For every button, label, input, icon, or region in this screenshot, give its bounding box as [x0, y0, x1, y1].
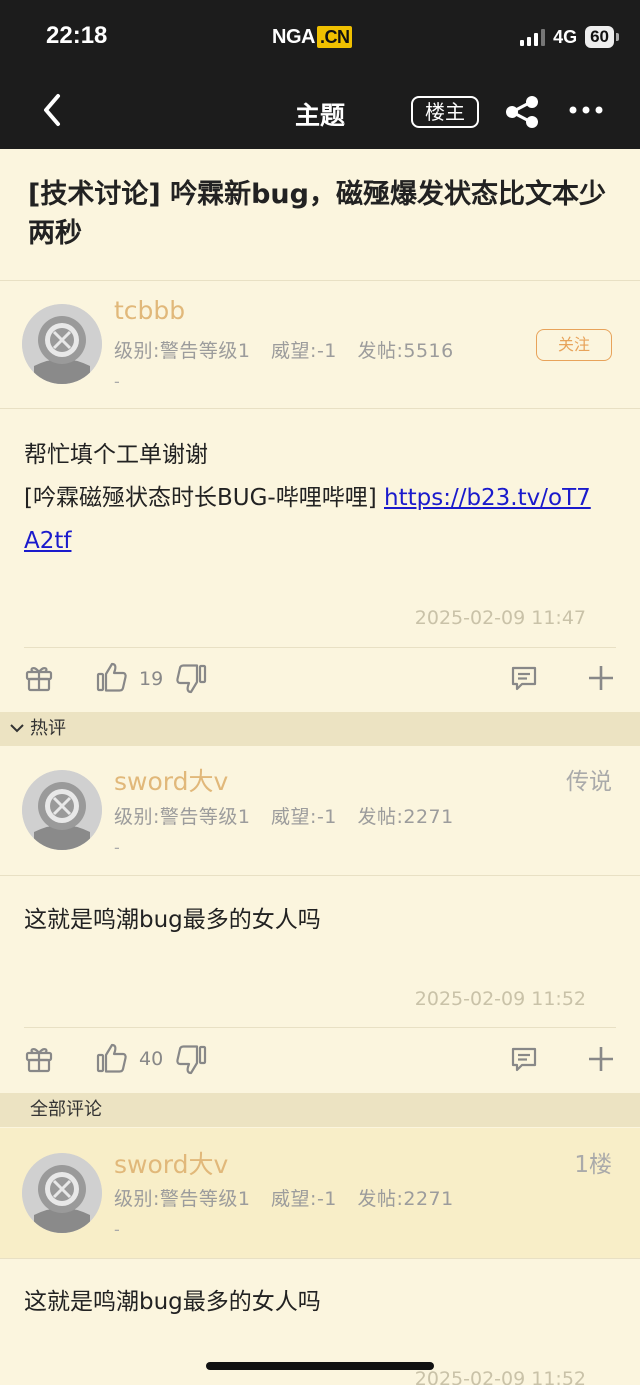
divider [0, 280, 640, 281]
hot-comments-header[interactable]: 热评 [0, 712, 640, 746]
like-icon[interactable] [96, 662, 128, 692]
avatar[interactable] [22, 1153, 102, 1233]
reply-timestamp: 2025-02-09 11:52 [414, 988, 586, 1010]
post-timestamp: 2025-02-09 11:47 [414, 607, 586, 629]
author-name[interactable]: sword大v [114, 1145, 228, 1181]
chevron-down-icon [10, 724, 24, 733]
home-indicator[interactable] [206, 1362, 434, 1370]
reply-comment-icon[interactable] [510, 664, 538, 692]
all-comments-label: 全部评论 [30, 1099, 102, 1120]
author-name[interactable]: tcbbb [114, 296, 185, 325]
author-name[interactable]: sword大v [114, 762, 228, 798]
author-prestige: 威望:-1 [271, 1188, 337, 1210]
gift-icon[interactable] [24, 1043, 54, 1073]
avatar[interactable] [22, 770, 102, 850]
author-prestige: 威望:-1 [271, 340, 337, 362]
author-signature: - [114, 1220, 120, 1239]
reply-body: 这就是鸣潮bug最多的女人吗 [24, 907, 321, 933]
louzhu-filter-button[interactable]: 楼主 [411, 96, 479, 128]
hot-reply-tag: 传说 [566, 769, 612, 795]
status-indicators: 4G 60 [520, 26, 619, 48]
divider [24, 647, 616, 648]
author-meta: 级别:警告等级1 威望:-1 发帖:2271 [114, 802, 468, 829]
page-title: 主题 [294, 101, 345, 130]
author-post-count: 发帖:2271 [357, 1188, 454, 1210]
author-prestige: 威望:-1 [271, 806, 337, 828]
post-body-line: [吟霖磁殛状态时长BUG-哔哩哔哩] https://b23.tv/oT7 [24, 477, 618, 520]
like-count: 40 [139, 1048, 164, 1070]
author-meta: 级别:警告等级1 威望:-1 发帖:2271 [114, 1184, 468, 1211]
post-body-line: A2tf [24, 520, 618, 563]
divider [0, 875, 640, 876]
post-body: 帮忙填个工单谢谢 [吟霖磁殛状态时长BUG-哔哩哔哩] https://b23.… [24, 434, 618, 563]
top-bar: 22:18 NGA .CN 4G 60 主题 楼主 [0, 0, 640, 149]
author-level: 级别:警告等级1 [114, 806, 251, 828]
author-level: 级别:警告等级1 [114, 1188, 251, 1210]
author-signature: - [114, 838, 120, 857]
post-title: [技术讨论] 吟霖新bug，磁殛爆发状态比文本少两秒 [28, 179, 606, 249]
reply-body: 这就是鸣潮bug最多的女人吗 [24, 1289, 321, 1315]
floor-number: 1楼 [574, 1152, 612, 1178]
divider [0, 408, 640, 409]
gift-icon[interactable] [24, 662, 54, 692]
author-level: 级别:警告等级1 [114, 340, 251, 362]
author-meta: 级别:警告等级1 威望:-1 发帖:5516 [114, 336, 468, 363]
share-icon[interactable] [504, 95, 540, 129]
nga-logo: NGA .CN [272, 25, 353, 49]
like-icon[interactable] [96, 1043, 128, 1073]
add-icon[interactable] [587, 1045, 615, 1073]
back-arrow-icon[interactable] [36, 90, 72, 130]
signal-icon [520, 28, 546, 46]
bilibili-link-continued[interactable]: A2tf [24, 528, 71, 554]
reply-comment-icon[interactable] [510, 1045, 538, 1073]
logo-domain: .CN [316, 26, 353, 48]
divider [24, 1027, 616, 1028]
dislike-icon[interactable] [175, 1045, 207, 1075]
author-signature: - [114, 372, 120, 391]
battery-icon: 60 [585, 26, 619, 48]
network-type: 4G [553, 26, 578, 47]
avatar[interactable] [22, 304, 102, 384]
post-body-line: 帮忙填个工单谢谢 [24, 442, 208, 468]
bilibili-link[interactable]: https://b23.tv/oT7 [384, 485, 591, 511]
dislike-icon[interactable] [175, 664, 207, 694]
reply-timestamp: 2025-02-09 11:52 [414, 1368, 586, 1385]
more-icon[interactable] [568, 100, 604, 120]
post-body-text: [吟霖磁殛状态时长BUG-哔哩哔哩] [24, 485, 384, 511]
author-post-count: 发帖:2271 [357, 806, 454, 828]
author-post-count: 发帖:5516 [357, 340, 454, 362]
follow-button[interactable]: 关注 [536, 329, 612, 361]
add-icon[interactable] [587, 664, 615, 692]
status-time: 22:18 [46, 22, 108, 49]
like-count: 19 [139, 668, 164, 690]
hot-comments-label: 热评 [30, 718, 66, 739]
all-comments-header: 全部评论 [0, 1093, 640, 1127]
logo-text: NGA [272, 25, 315, 48]
divider [0, 1258, 640, 1259]
